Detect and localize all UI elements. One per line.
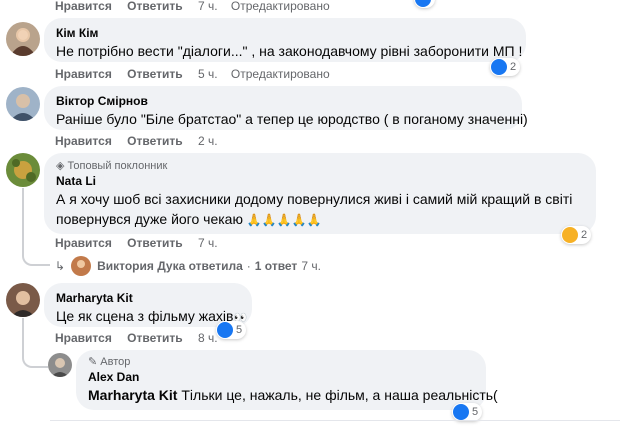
- comment-text-line: А я хочу шоб всі захисники додому поверн…: [56, 191, 573, 207]
- reply-button[interactable]: Ответить: [127, 331, 182, 345]
- diamond-icon: ◈: [56, 160, 65, 172]
- avatar[interactable]: [6, 87, 40, 121]
- comment-bubble: ◈ Топовый поклонник Nata Li А я хочу шоб…: [44, 153, 596, 234]
- avatar[interactable]: [6, 283, 40, 317]
- reply-button[interactable]: Ответить: [127, 67, 182, 81]
- reaction-count[interactable]: 5: [452, 403, 483, 421]
- like-button[interactable]: Нравится: [55, 67, 112, 81]
- comment-bubble: Кім Кім Не потрібно вести "діалоги..." ,…: [44, 18, 526, 62]
- avatar[interactable]: [6, 153, 40, 187]
- comment-actions: Нравится Ответить 2 ч.: [55, 133, 228, 149]
- reaction-count[interactable]: 2: [561, 226, 592, 244]
- reply-arrow-icon: ↳: [55, 259, 66, 273]
- pencil-icon: ✎: [88, 356, 98, 368]
- comment-bubble: Віктор Смірнов Раніше було "Біле братста…: [44, 86, 528, 130]
- reaction-number: 5: [236, 324, 243, 336]
- thread-line: [22, 188, 24, 248]
- comment-time[interactable]: 2 ч.: [198, 134, 218, 148]
- comment-author[interactable]: Кім Кім: [56, 25, 514, 41]
- avatar[interactable]: [48, 353, 72, 377]
- comment-text: повернувся дуже його чекаю: [56, 211, 243, 227]
- avatar: [71, 256, 92, 276]
- like-button[interactable]: Нравится: [55, 134, 112, 148]
- badge-label: Топовый поклонник: [67, 160, 168, 172]
- top-fan-badge: ◈ Топовый поклонник: [56, 159, 584, 173]
- comment-input-edge[interactable]: [50, 420, 620, 435]
- like-icon: [453, 404, 469, 420]
- reply-time: 7 ч.: [301, 259, 321, 273]
- reply-bubble: ✎ Автор Alex Dan Marharyta Kit Тільки це…: [76, 350, 498, 410]
- reaction-count[interactable]: 5: [216, 321, 247, 339]
- comment-text-line: Це як сцена з фільму жахів👀: [56, 306, 247, 328]
- comment-text: Раніше було "Біле братстао" а тепер це ю…: [56, 111, 528, 127]
- reply-button[interactable]: Ответить: [127, 0, 182, 13]
- mention-link[interactable]: Marharyta Kit: [88, 387, 177, 403]
- comment-text-line: Marharyta Kit Тільки це, нажаль, не філь…: [88, 385, 498, 405]
- separator: ·: [246, 259, 251, 273]
- badge-label: Автор: [100, 356, 131, 368]
- avatar[interactable]: [6, 22, 40, 56]
- emoji: 🙏🙏🙏🙏🙏: [246, 213, 322, 227]
- reaction-count[interactable]: 2: [490, 58, 521, 76]
- reaction-number: 5: [472, 406, 479, 418]
- reply-button[interactable]: Ответить: [127, 236, 182, 250]
- reaction-number: 2: [510, 61, 517, 73]
- comment-text: Це як сцена з фільму жахів: [56, 308, 234, 324]
- comment-actions: Нравится Ответить 8 ч.: [55, 330, 228, 346]
- reply-button[interactable]: Ответить: [127, 134, 182, 148]
- edited-label: Отредактировано: [230, 67, 330, 81]
- comment-time[interactable]: 7 ч.: [198, 236, 218, 250]
- comment-author[interactable]: Віктор Смірнов: [56, 93, 510, 109]
- comment-text: Тільки це, нажаль, не фільм, а наша реал…: [177, 387, 498, 403]
- reaction-count[interactable]: [414, 0, 435, 8]
- like-icon: [491, 59, 507, 75]
- comment-actions: Нравится Ответить 5 ч. Отредактировано: [55, 66, 330, 82]
- comment-text: Не потрібно вести "діалоги..." , на зако…: [56, 43, 523, 59]
- comment-bubble: Marharyta Kit Це як сцена з фільму жахів…: [44, 283, 252, 327]
- like-button[interactable]: Нравится: [55, 331, 112, 345]
- comment-actions: Нравится Ответить 7 ч. Отредактировано: [55, 0, 330, 14]
- reply-count: 1 ответ: [254, 259, 298, 273]
- thread-hook: [22, 244, 50, 266]
- author-badge: ✎ Автор: [88, 355, 474, 369]
- comment-text-line: повернувся дуже його чекаю 🙏🙏🙏🙏🙏: [56, 209, 584, 230]
- comment-time[interactable]: 7 ч.: [198, 0, 218, 13]
- like-button[interactable]: Нравится: [55, 0, 112, 13]
- like-icon: [217, 322, 233, 338]
- edited-label: Отредактировано: [230, 0, 330, 13]
- replier-name: Виктория Дука ответила: [97, 259, 243, 273]
- like-button[interactable]: Нравится: [55, 236, 112, 250]
- comment-actions: Нравится Ответить 7 ч.: [55, 235, 228, 251]
- view-replies-link[interactable]: ↳ Виктория Дука ответила · 1 ответ 7 ч.: [55, 256, 321, 276]
- comment-author[interactable]: Alex Dan: [88, 369, 474, 385]
- care-icon: [562, 227, 578, 243]
- thread-hook: [22, 350, 48, 368]
- like-icon: [415, 0, 431, 7]
- comment-author[interactable]: Nata Li: [56, 173, 584, 189]
- comment-author[interactable]: Marharyta Kit: [56, 290, 240, 306]
- comment-time[interactable]: 5 ч.: [198, 67, 218, 81]
- reaction-number: 2: [581, 229, 588, 241]
- thread-line: [22, 318, 24, 353]
- comment-time[interactable]: 8 ч.: [198, 331, 218, 345]
